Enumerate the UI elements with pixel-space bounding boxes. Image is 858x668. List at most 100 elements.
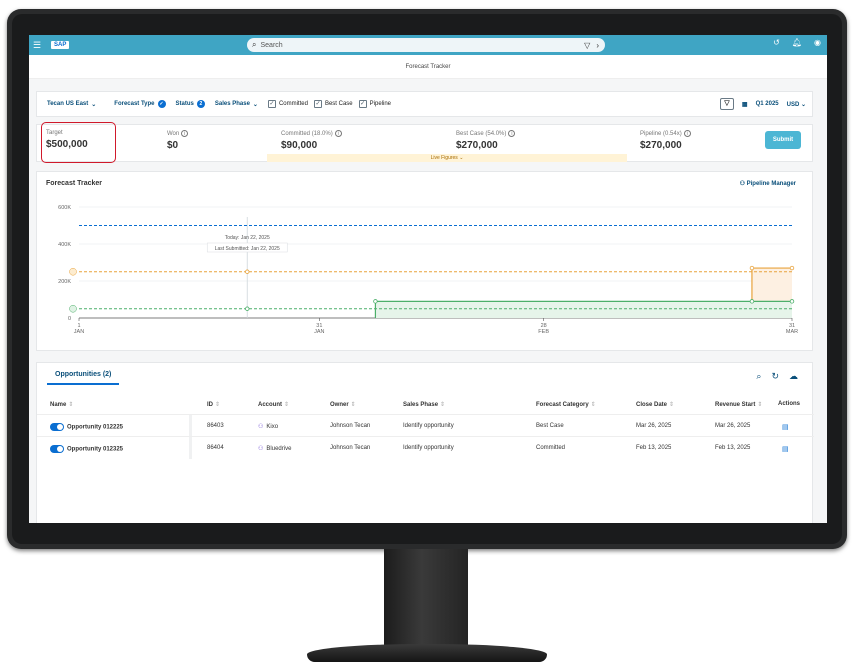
column-header[interactable]: Owner ⇕ (330, 401, 356, 408)
kpi-pipeline: Pipeline (0.54x) i $270,000 (640, 130, 691, 151)
currency-select[interactable]: USD ⌄ (787, 101, 806, 108)
edit-icon[interactable]: ▤ (782, 445, 789, 453)
chevron-right-icon[interactable]: › (596, 41, 599, 50)
menu-icon[interactable]: ☰ (33, 40, 45, 51)
kpi-value: $0 (167, 140, 179, 151)
search-icon[interactable]: ⌕ (756, 371, 761, 382)
column-header[interactable]: Revenue Start ⇕ (715, 401, 762, 408)
sort-icon[interactable]: ⇕ (591, 402, 596, 408)
series-point (789, 265, 795, 271)
kpi-label: Best Case (54.0%) i (456, 130, 516, 137)
last-submitted-label: Last Submitted: Jan 22, 2025 (215, 246, 280, 252)
kpi-value: $270,000 (456, 140, 498, 151)
column-header[interactable]: ID ⇕ (207, 401, 220, 408)
checkbox-icon: ✓ (358, 100, 367, 108)
series-point (373, 299, 378, 304)
sort-icon[interactable]: ⇕ (284, 402, 289, 408)
history-icon[interactable]: ↺ (773, 38, 780, 47)
committed-area (375, 301, 792, 318)
sales-phase-filter[interactable]: Sales Phase ⌄ (215, 101, 258, 108)
filter-icon[interactable]: ▽ (719, 98, 734, 110)
filter-right: ▽ ▦ Q1 2025 USD ⌄ (719, 98, 806, 110)
kpi-bar: Target $500,000 Won i $0 Committed (18.0%… (36, 122, 813, 163)
kpi-won: Won i $0 (167, 130, 189, 151)
tab-opportunities[interactable]: Opportunities (2) (47, 371, 120, 385)
today-label: Today: Jan 22, 2025 (225, 235, 270, 241)
info-icon[interactable]: i (334, 130, 342, 137)
info-icon[interactable]: i (508, 130, 516, 137)
table-cell: Mar 26, 2025 (636, 423, 672, 429)
kpi-label: Target (46, 130, 63, 136)
kpi-label: Committed (18.0%) i (281, 130, 342, 137)
calendar-icon[interactable]: ▦ (742, 101, 748, 108)
x-tick-month: MAR (786, 329, 798, 335)
forecast-chart: 0200K400K600K1JAN31JAN28FEB31MARToday: J… (58, 205, 798, 335)
account-icon: ⚇ (258, 446, 264, 452)
sap-logo[interactable]: SAP (51, 41, 70, 49)
best-case-area (751, 268, 792, 302)
chevron-down-icon: ⌄ (252, 101, 258, 108)
kpi-label: Won i (167, 130, 189, 137)
column-header[interactable]: Name ⇕ (50, 401, 73, 408)
status-label: Status (175, 101, 194, 107)
table-cell: Identify opportunity (403, 445, 454, 451)
opportunities-card: Opportunities (2) ⌕ ↻ ☁ Name ⇕ ID ⇕ Account ⇕… (36, 362, 814, 523)
cloud-upload-icon[interactable]: ☁ (789, 371, 798, 382)
column-header[interactable]: Actions (778, 401, 800, 407)
search-field[interactable]: ⌕ Search ▽ › (247, 38, 605, 52)
sales-phase-label: Sales Phase (214, 101, 250, 107)
region-select[interactable]: Tecan US East ⌄ (47, 101, 96, 108)
table-toolbar: ⌕ ↻ ☁ (756, 371, 798, 382)
table-cell: Feb 13, 2025 (715, 445, 751, 451)
x-tick-month: JAN (74, 329, 84, 335)
table-row[interactable]: Opportunity 012225 86403 ⚇ Kixo Johnson Teca… (37, 414, 814, 437)
sort-icon[interactable]: ⇕ (440, 402, 445, 408)
sort-icon[interactable]: ⇕ (669, 402, 674, 408)
sort-icon[interactable]: ⇕ (215, 402, 220, 408)
table-cell: Johnson Tecan (330, 445, 371, 451)
screen: ☰ SAP ⌕ Search ▽ › ↺ 🔔︎ ◉ Forecast Track… (29, 35, 827, 523)
best-case-checkbox[interactable]: ✓ Best Case (313, 100, 353, 108)
chevron-down-icon: ⌄ (800, 101, 806, 108)
toggle-switch[interactable] (50, 445, 64, 453)
table-cell: Opportunity 012325 (50, 445, 123, 453)
info-icon[interactable]: i (683, 130, 691, 137)
toggle-switch[interactable] (50, 423, 64, 431)
search-input[interactable]: Search (260, 42, 584, 49)
submit-button[interactable]: Submit (765, 131, 801, 149)
refresh-icon[interactable]: ↻ (771, 371, 779, 382)
kpi-target: Target $500,000 (46, 130, 88, 150)
x-tick-month: FEB (538, 329, 549, 335)
kpi-value: $270,000 (640, 140, 682, 151)
chevron-down-icon: ⌄ (91, 101, 97, 108)
kpi-value: $90,000 (281, 140, 318, 151)
sort-icon[interactable]: ⇕ (757, 402, 762, 408)
forecast-type-filter[interactable]: Forecast Type ✓ (114, 100, 166, 108)
sort-icon[interactable]: ⇕ (351, 402, 356, 408)
table-cell: 86403 (207, 423, 224, 429)
pipeline-label: Pipeline (369, 101, 391, 107)
info-icon[interactable]: i (181, 130, 189, 137)
table-row[interactable]: Opportunity 012325 86404 ⚇ Bluedrive Johnson… (37, 436, 814, 459)
pipeline-checkbox[interactable]: ✓ Pipeline (358, 100, 391, 108)
currency-label: USD (786, 101, 800, 108)
filter-icon[interactable]: ▽ (584, 41, 590, 50)
sort-icon[interactable]: ⇕ (68, 402, 73, 408)
live-figures-toggle[interactable]: Live Figures ⌄ (267, 154, 627, 162)
edit-icon[interactable]: ▤ (782, 423, 789, 431)
column-header[interactable]: Close Date ⇕ (636, 401, 674, 408)
column-header[interactable]: Forecast Category ⇕ (536, 401, 596, 408)
period-select[interactable]: Q1 2025 (756, 101, 779, 107)
forecast-chart-card: Forecast Tracker ⚇ Pipeline Manager 0 200… (36, 171, 813, 351)
table-cell: Feb 13, 2025 (636, 445, 672, 451)
user-icon[interactable]: ◉ (814, 38, 821, 47)
bell-icon[interactable]: 🔔︎ (792, 38, 802, 47)
y-tick-label: 600K (58, 205, 71, 211)
shell-actions: ↺ 🔔︎ ◉ (773, 38, 821, 47)
status-filter[interactable]: Status 2 (176, 100, 205, 108)
committed-checkbox[interactable]: ✓ Committed (267, 100, 308, 108)
committed-label: Committed (278, 101, 308, 107)
table-cell: Best Case (536, 423, 564, 429)
column-header[interactable]: Sales Phase ⇕ (403, 401, 445, 408)
column-header[interactable]: Account ⇕ (258, 401, 289, 408)
